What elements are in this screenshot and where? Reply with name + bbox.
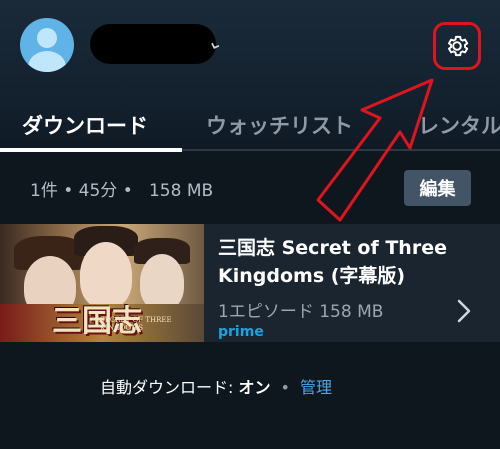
prime-badge: prime: [218, 324, 264, 340]
summary-separator: •: [63, 181, 79, 201]
auto-download-state: オン: [238, 378, 271, 397]
item-meta: 1エピソード 158 MB: [218, 302, 384, 322]
auto-download-row: 自動ダウンロード: オン • 管理: [100, 374, 332, 398]
user-avatar-icon[interactable]: [20, 18, 74, 72]
manage-link[interactable]: 管理: [300, 378, 332, 397]
download-duration: 45分: [78, 181, 118, 201]
download-count: 1件: [30, 181, 58, 201]
auto-download-label: 自動ダウンロード:: [100, 378, 239, 397]
gear-icon: [448, 35, 469, 57]
summary-separator: •: [122, 181, 149, 201]
download-size: 158 MB: [148, 181, 214, 201]
thumb-figure: [140, 254, 184, 310]
tab-watchlist[interactable]: ウォッチリスト: [206, 110, 353, 140]
avatar-body: [28, 51, 66, 72]
settings-button[interactable]: [433, 22, 481, 70]
title-thumbnail[interactable]: 三国志 SECRET OF THREE KINGDOMS: [0, 224, 204, 342]
thumbnail-logo-subtitle: SECRET OF THREE KINGDOMS: [100, 316, 172, 332]
tab-downloads[interactable]: ダウンロード: [22, 110, 148, 140]
item-title[interactable]: 三国志 Secret of Three Kingdoms (字幕版): [218, 234, 478, 290]
profile-name-redacted[interactable]: [90, 24, 216, 64]
auto-download-separator: •: [280, 378, 290, 397]
chevron-right-icon[interactable]: [454, 296, 474, 326]
downloads-summary: 1件 • 45分 • 158 MB: [30, 176, 213, 201]
download-item[interactable]: 三国志 SECRET OF THREE KINGDOMS 三国志 Secret …: [0, 224, 500, 342]
tab-rentals[interactable]: レンタル: [418, 110, 500, 140]
edit-button[interactable]: 編集: [404, 170, 471, 206]
avatar-head: [37, 28, 57, 48]
tab-active-indicator: [0, 148, 182, 152]
tab-bar: ダウンロード ウォッチリスト レンタル: [0, 100, 500, 152]
